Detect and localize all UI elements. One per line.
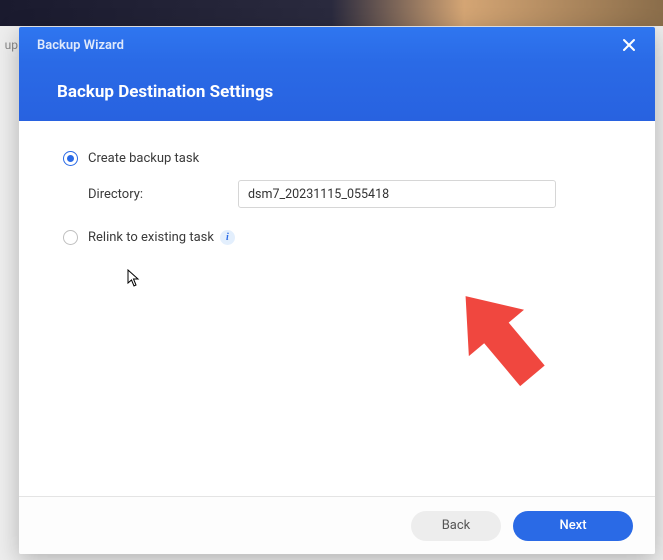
partial-label: up xyxy=(0,38,18,52)
modal-title: Backup Wizard xyxy=(37,38,124,53)
radio-create-task[interactable] xyxy=(63,151,78,166)
next-button[interactable]: Next xyxy=(513,511,633,541)
directory-input[interactable] xyxy=(238,180,556,208)
modal-body: Create backup task Directory: Relink to … xyxy=(19,121,655,496)
option-relink-task[interactable]: Relink to existing task i xyxy=(63,230,611,245)
backup-wizard-modal: Backup Wizard Backup Destination Setting… xyxy=(19,27,655,554)
cursor-icon xyxy=(127,269,143,291)
close-button[interactable] xyxy=(621,37,637,53)
option-relink-task-label: Relink to existing task xyxy=(88,230,214,245)
radio-relink-task[interactable] xyxy=(63,230,78,245)
directory-field-row: Directory: xyxy=(88,180,611,208)
desktop-backdrop xyxy=(0,0,663,26)
callout-arrow xyxy=(439,276,579,420)
back-button[interactable]: Back xyxy=(411,511,501,541)
modal-titlebar: Backup Wizard xyxy=(19,27,655,63)
modal-subtitle-bar: Backup Destination Settings xyxy=(19,63,655,121)
modal-subtitle: Backup Destination Settings xyxy=(57,82,273,102)
modal-footer: Back Next xyxy=(19,496,655,554)
option-create-task[interactable]: Create backup task xyxy=(63,151,611,166)
info-icon[interactable]: i xyxy=(220,230,235,245)
close-icon xyxy=(622,38,636,52)
directory-label: Directory: xyxy=(88,187,238,202)
option-create-task-label: Create backup task xyxy=(88,151,199,166)
